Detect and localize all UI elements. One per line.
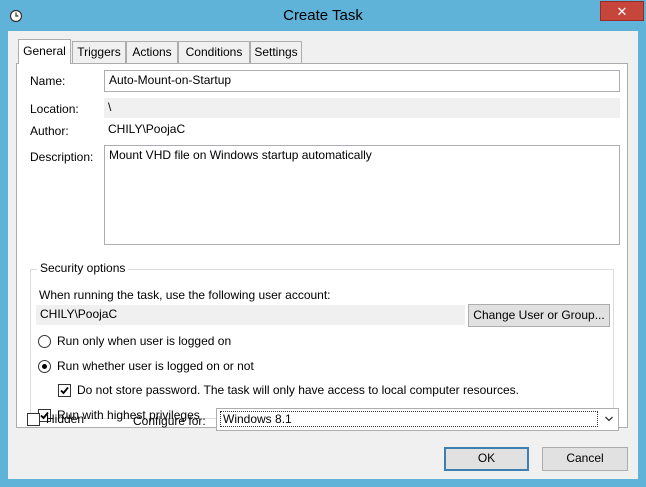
radio-logged-on-label[interactable]: Run only when user is logged on: [57, 334, 231, 348]
chevron-down-icon: [604, 413, 614, 427]
user-account-prompt: When running the task, use the following…: [39, 288, 331, 302]
location-label: Location:: [30, 102, 79, 116]
title-bar[interactable]: Create Task ✕: [0, 0, 646, 31]
radio-logged-on[interactable]: [38, 335, 51, 348]
radio-selected-dot: [42, 364, 47, 369]
create-task-window: Create Task ✕ General Triggers Actions C…: [0, 0, 646, 487]
tab-triggers-label: Triggers: [77, 45, 121, 59]
tab-actions-label: Actions: [132, 45, 172, 59]
configure-for-label: Configure for:: [133, 414, 206, 428]
tab-general-label: General: [23, 44, 66, 58]
description-label: Description:: [30, 150, 94, 164]
no-store-password-label[interactable]: Do not store password. The task will onl…: [77, 383, 519, 397]
tab-settings-label: Settings: [254, 45, 298, 59]
tab-triggers[interactable]: Triggers: [72, 41, 126, 63]
description-input[interactable]: Mount VHD file on Windows startup automa…: [104, 145, 620, 245]
window-title: Create Task: [283, 7, 363, 24]
author-value: CHILY\PoojaC: [104, 120, 620, 140]
change-user-button-label: Change User or Group...: [473, 308, 605, 322]
checkmark-icon: [60, 386, 69, 395]
cancel-button[interactable]: Cancel: [542, 447, 628, 471]
tab-actions[interactable]: Actions: [126, 41, 178, 63]
location-value: \: [104, 98, 620, 118]
tab-general[interactable]: General: [18, 39, 71, 64]
ok-button[interactable]: OK: [444, 447, 529, 471]
hidden-checkbox[interactable]: [27, 413, 40, 426]
change-user-button[interactable]: Change User or Group...: [468, 304, 610, 327]
name-input[interactable]: Auto-Mount-on-Startup: [104, 70, 620, 92]
close-icon: ✕: [616, 4, 628, 19]
configure-for-value: Windows 8.1: [220, 411, 598, 427]
general-tab-panel: Name: Auto-Mount-on-Startup Location: \ …: [16, 63, 628, 428]
author-label: Author:: [30, 124, 69, 138]
close-button[interactable]: ✕: [600, 1, 644, 21]
security-options-title: Security options: [37, 261, 129, 275]
user-account-value: CHILY\PoojaC: [36, 305, 465, 325]
no-store-password-checkbox[interactable]: [58, 384, 71, 397]
cancel-button-label: Cancel: [566, 451, 604, 465]
tab-conditions[interactable]: Conditions: [178, 41, 250, 63]
tab-settings[interactable]: Settings: [250, 41, 302, 63]
dialog-client-area: General Triggers Actions Conditions Sett…: [8, 31, 638, 479]
radio-whether-logged-on[interactable]: [38, 360, 51, 373]
tab-conditions-label: Conditions: [185, 45, 243, 59]
configure-for-select[interactable]: Windows 8.1: [216, 408, 619, 431]
name-label: Name:: [30, 74, 66, 88]
ok-button-label: OK: [477, 451, 496, 465]
radio-whether-logged-on-label[interactable]: Run whether user is logged on or not: [57, 359, 254, 373]
hidden-label[interactable]: Hidden: [46, 412, 84, 426]
